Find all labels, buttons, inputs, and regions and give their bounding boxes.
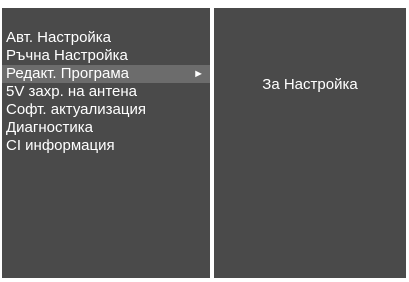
- menu-item-label: Софт. актуализация: [6, 101, 146, 118]
- submenu-arrow-icon: ►: [193, 68, 204, 80]
- main-menu-list: Авт. Настройка Ръчна Настройка Редакт. П…: [2, 29, 210, 155]
- menu-item-label: Авт. Настройка: [6, 29, 112, 46]
- menu-item-auto-tuning[interactable]: Авт. Настройка: [2, 29, 210, 47]
- menu-item-label: 5V захр. на антена: [6, 83, 138, 100]
- menu-item-edit-program[interactable]: Редакт. Програма ►: [2, 65, 210, 83]
- menu-item-ci-information[interactable]: CI информация: [2, 137, 210, 155]
- submenu-panel: За Настройка: [214, 8, 406, 278]
- menu-item-label: CI информация: [6, 137, 115, 154]
- menu-item-label: Редакт. Програма: [6, 65, 130, 82]
- menu-item-diagnostics[interactable]: Диагностика: [2, 119, 210, 137]
- main-menu-panel: Авт. Настройка Ръчна Настройка Редакт. П…: [2, 8, 210, 278]
- menu-item-manual-tuning[interactable]: Ръчна Настройка: [2, 47, 210, 65]
- menu-item-antenna-power[interactable]: 5V захр. на антена: [2, 83, 210, 101]
- menu-item-label: Ръчна Настройка: [6, 47, 128, 64]
- menu-item-software-update[interactable]: Софт. актуализация: [2, 101, 210, 119]
- tv-menu-frame: Авт. Настройка Ръчна Настройка Редакт. П…: [2, 8, 406, 278]
- submenu-option[interactable]: За Настройка: [214, 76, 406, 94]
- menu-item-label: Диагностика: [6, 119, 93, 136]
